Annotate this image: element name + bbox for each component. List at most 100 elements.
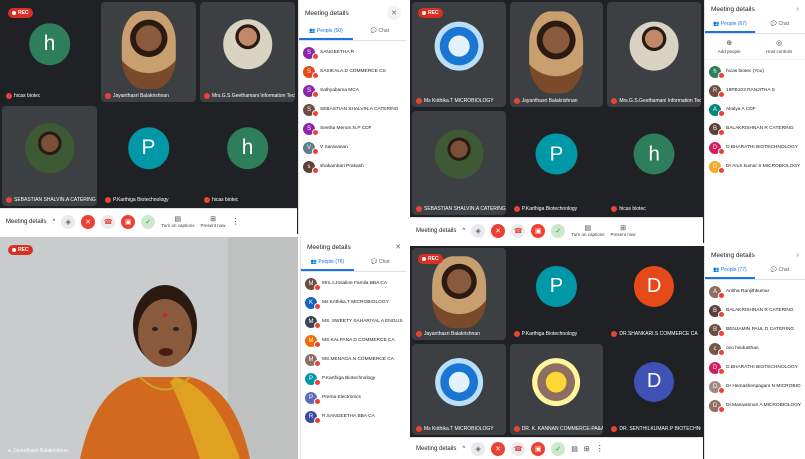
chevron-up-icon[interactable]: ^ — [462, 446, 465, 452]
chevron-up-icon[interactable]: ^ — [462, 228, 465, 234]
tab-chat[interactable]: 💬 Chat — [353, 24, 407, 40]
participant-list-item[interactable]: R 19PB103 RANJITHA S — [709, 81, 801, 100]
tab-chat[interactable]: 💬 Chat — [755, 263, 805, 279]
participant-tile[interactable]: D DR.SHANKARI.S COMMERCE CA — [607, 248, 701, 340]
participant-name-text: Ms Krithika.T MICROBIOLOGY — [424, 97, 494, 104]
participant-list-item[interactable]: M Mrs.J.Josaline Famila BBA CA — [305, 274, 403, 293]
participant-list-item[interactable]: D Dr Arun kumar S MICROBIOLOGY — [709, 157, 801, 176]
tick-icon[interactable]: ✓ — [551, 441, 566, 456]
shield-icon[interactable]: ◈ — [61, 214, 76, 229]
close-icon[interactable]: ✕ — [387, 6, 401, 20]
participant-list-item[interactable]: M MS. SWEETY SAHARIYAL A ENGLISH... — [305, 312, 403, 331]
participant-list-item[interactable]: B BALAKRISHNAN R CATERING — [709, 119, 801, 138]
participant-list-item[interactable]: c ceo hindusthan — [709, 339, 801, 358]
captions-button[interactable]: ▤ Turn on captions — [161, 215, 194, 228]
participant-list-item[interactable]: K Ms Krithika.T MICROBIOLOGY — [305, 293, 403, 312]
meeting-details-toggle[interactable]: Meeting details — [6, 219, 46, 225]
participant-tile[interactable]: SEBASTIAN SHALVIN.A CATERING — [412, 110, 506, 215]
meeting-toolbar: Meeting details ^ ◈ ✕ ☎ ▣ ✓ ▤ ⊞ ⋮ — [410, 437, 703, 459]
participant-tile[interactable]: Mrs.G.S.Geethamani Information Techno... — [607, 2, 701, 107]
present-icon: ⊞ — [620, 225, 626, 232]
participant-tile[interactable]: P P.Karthiga Biotechnology — [509, 248, 604, 340]
camera-off-button[interactable]: ▣ — [531, 223, 546, 238]
participant-list-item[interactable]: s shakambari Prakash — [303, 157, 403, 176]
participant-tile[interactable]: Mrs.G.S.Geethamani Information Techno... — [200, 2, 295, 102]
participant-list-item[interactable]: M MS.KALPANA D COMMERCE CA — [305, 331, 403, 350]
close-icon[interactable]: › — [797, 252, 799, 259]
participant-list-item[interactable]: P Prema Electronics — [305, 388, 403, 407]
participant-tile[interactable]: P P.Karthiga Biotechnology — [101, 106, 196, 206]
close-icon[interactable]: ✕ — [395, 243, 401, 251]
chevron-up-icon[interactable]: ^ — [52, 219, 55, 225]
hangup-button[interactable]: ☎ — [511, 441, 526, 456]
participant-tile[interactable]: D DR. SENTHILKUMAR.P BIOTECHNOLOGY — [607, 343, 701, 435]
present-button[interactable]: ⊞ Present now — [611, 224, 636, 237]
present-button[interactable]: ⊞ — [584, 445, 590, 453]
participant-list-item[interactable]: VV Saravanan — [303, 138, 403, 157]
captions-button[interactable]: ▤ Turn on captions — [571, 224, 604, 237]
participant-list-item[interactable]: S Sathyabama MCA — [303, 81, 403, 100]
mic-off-button[interactable]: ✕ — [491, 223, 506, 238]
camera-off-button[interactable]: ▣ — [121, 214, 136, 229]
mic-off-icon — [718, 386, 725, 394]
participant-list-item[interactable]: M MS.MENAGA.N COMMERCE CA — [305, 350, 403, 369]
panel-title: Meeting details — [711, 6, 755, 13]
shield-icon[interactable]: ◈ — [471, 223, 486, 238]
participant-tile[interactable]: h hicas biotec — [607, 110, 701, 215]
participant-tile[interactable]: h hicas biotec — [200, 106, 295, 206]
mic-off-button[interactable]: ✕ — [81, 214, 96, 229]
participant-avatar: s — [303, 160, 319, 174]
participant-tile[interactable]: SEBASTIAN SHALVIN.A CATERING — [2, 106, 97, 206]
participant-list-item[interactable]: B BALAKRISHNAN R CATERING — [709, 301, 801, 320]
participant-list-item[interactable]: D D.BHARATHI BIOTECHNOLOGY — [709, 358, 801, 377]
participant-list-item[interactable]: S SASIKALA.D COMMERCE CS — [303, 62, 403, 81]
participant-list-item[interactable]: D D.BHARATHI BIOTECHNOLOGY — [709, 138, 801, 157]
shield-icon[interactable]: ◈ — [471, 441, 486, 456]
participant-tile[interactable]: Ms Krithika.T MICROBIOLOGY — [412, 343, 506, 435]
tab-chat[interactable]: 💬 Chat — [755, 17, 805, 33]
participant-list-item[interactable]: S Seetha Menon.N.P CDF — [303, 119, 403, 138]
host-controls-button[interactable]: ◎ Host controls — [766, 39, 792, 54]
tab-people[interactable]: 👥 People (77) — [705, 263, 755, 279]
participant-list-item[interactable]: A Akalya A CDF — [709, 100, 801, 119]
participant-tile[interactable]: Jayanthasri Balakrishnan — [101, 2, 196, 102]
mic-off-icon — [718, 166, 725, 174]
mic-off-button[interactable]: ✕ — [491, 441, 506, 456]
meeting-details-toggle[interactable]: Meeting details — [416, 446, 456, 452]
tick-icon[interactable]: ✓ — [141, 214, 156, 229]
participant-list-item[interactable]: P P.Karthiga Biotechnology — [305, 369, 403, 388]
participant-list-item[interactable]: DDr Hemashenpagam N MICROBIOLOGY — [709, 377, 801, 396]
participant-name: Ms Krithika.T MICROBIOLOGY — [416, 426, 494, 432]
tab-people[interactable]: 👥 People (67) — [705, 17, 755, 33]
captions-icon: ▤ — [174, 216, 182, 223]
add-people-button[interactable]: ⊕ Add people — [718, 39, 741, 54]
hangup-button[interactable]: ☎ — [101, 214, 116, 229]
camera-off-button[interactable]: ▣ — [531, 441, 546, 456]
participant-list-item[interactable]: S SEBASTIAN SHALVIN.A CATERING — [303, 100, 403, 119]
mic-off-icon — [513, 97, 520, 104]
captions-button[interactable]: ▤ — [571, 445, 578, 453]
mic-off-icon — [312, 90, 319, 98]
participant-list-item[interactable]: S SANGEETHA R — [303, 43, 403, 62]
hangup-button[interactable]: ☎ — [511, 223, 526, 238]
meeting-details-toggle[interactable]: Meeting details — [416, 228, 456, 234]
participant-list-item[interactable]: B BENJAMIN PAUL D CATERING — [709, 320, 801, 339]
participant-list-item[interactable]: A Anitha Ranjithkumar — [709, 282, 801, 301]
more-options-icon[interactable]: ⋮ — [232, 217, 240, 226]
close-icon[interactable]: › — [797, 6, 799, 13]
participant-tile[interactable]: P P.Karthiga Biotechnology — [509, 110, 604, 215]
tab-people[interactable]: 👥 People (50) — [299, 24, 353, 40]
participant-list-item[interactable]: D Dr.Manivannan A MICROBIOLOGY — [709, 396, 801, 415]
participant-tile[interactable]: Jayanthasri Balakrishnan — [509, 2, 604, 107]
participant-avatar: S — [303, 65, 319, 79]
tick-icon[interactable]: ✓ — [551, 223, 566, 238]
captions-icon: ▤ — [571, 445, 578, 453]
tab-chat[interactable]: 💬 Chat — [354, 255, 407, 271]
participant-list-item[interactable]: R R.SANGEETHA BBA CA — [305, 407, 403, 426]
participant-list-item[interactable]: h hicas biotec (You) — [709, 62, 801, 81]
participant-list-name: hicas biotec (You) — [726, 69, 764, 74]
present-button[interactable]: ⊞ Present now — [201, 215, 226, 228]
participant-tile[interactable]: DR. K. KANNAN COMMERCE-PA&AF — [509, 343, 604, 435]
more-options-icon[interactable]: ⋮ — [596, 444, 604, 453]
tab-people[interactable]: 👥 People (76) — [301, 255, 354, 271]
